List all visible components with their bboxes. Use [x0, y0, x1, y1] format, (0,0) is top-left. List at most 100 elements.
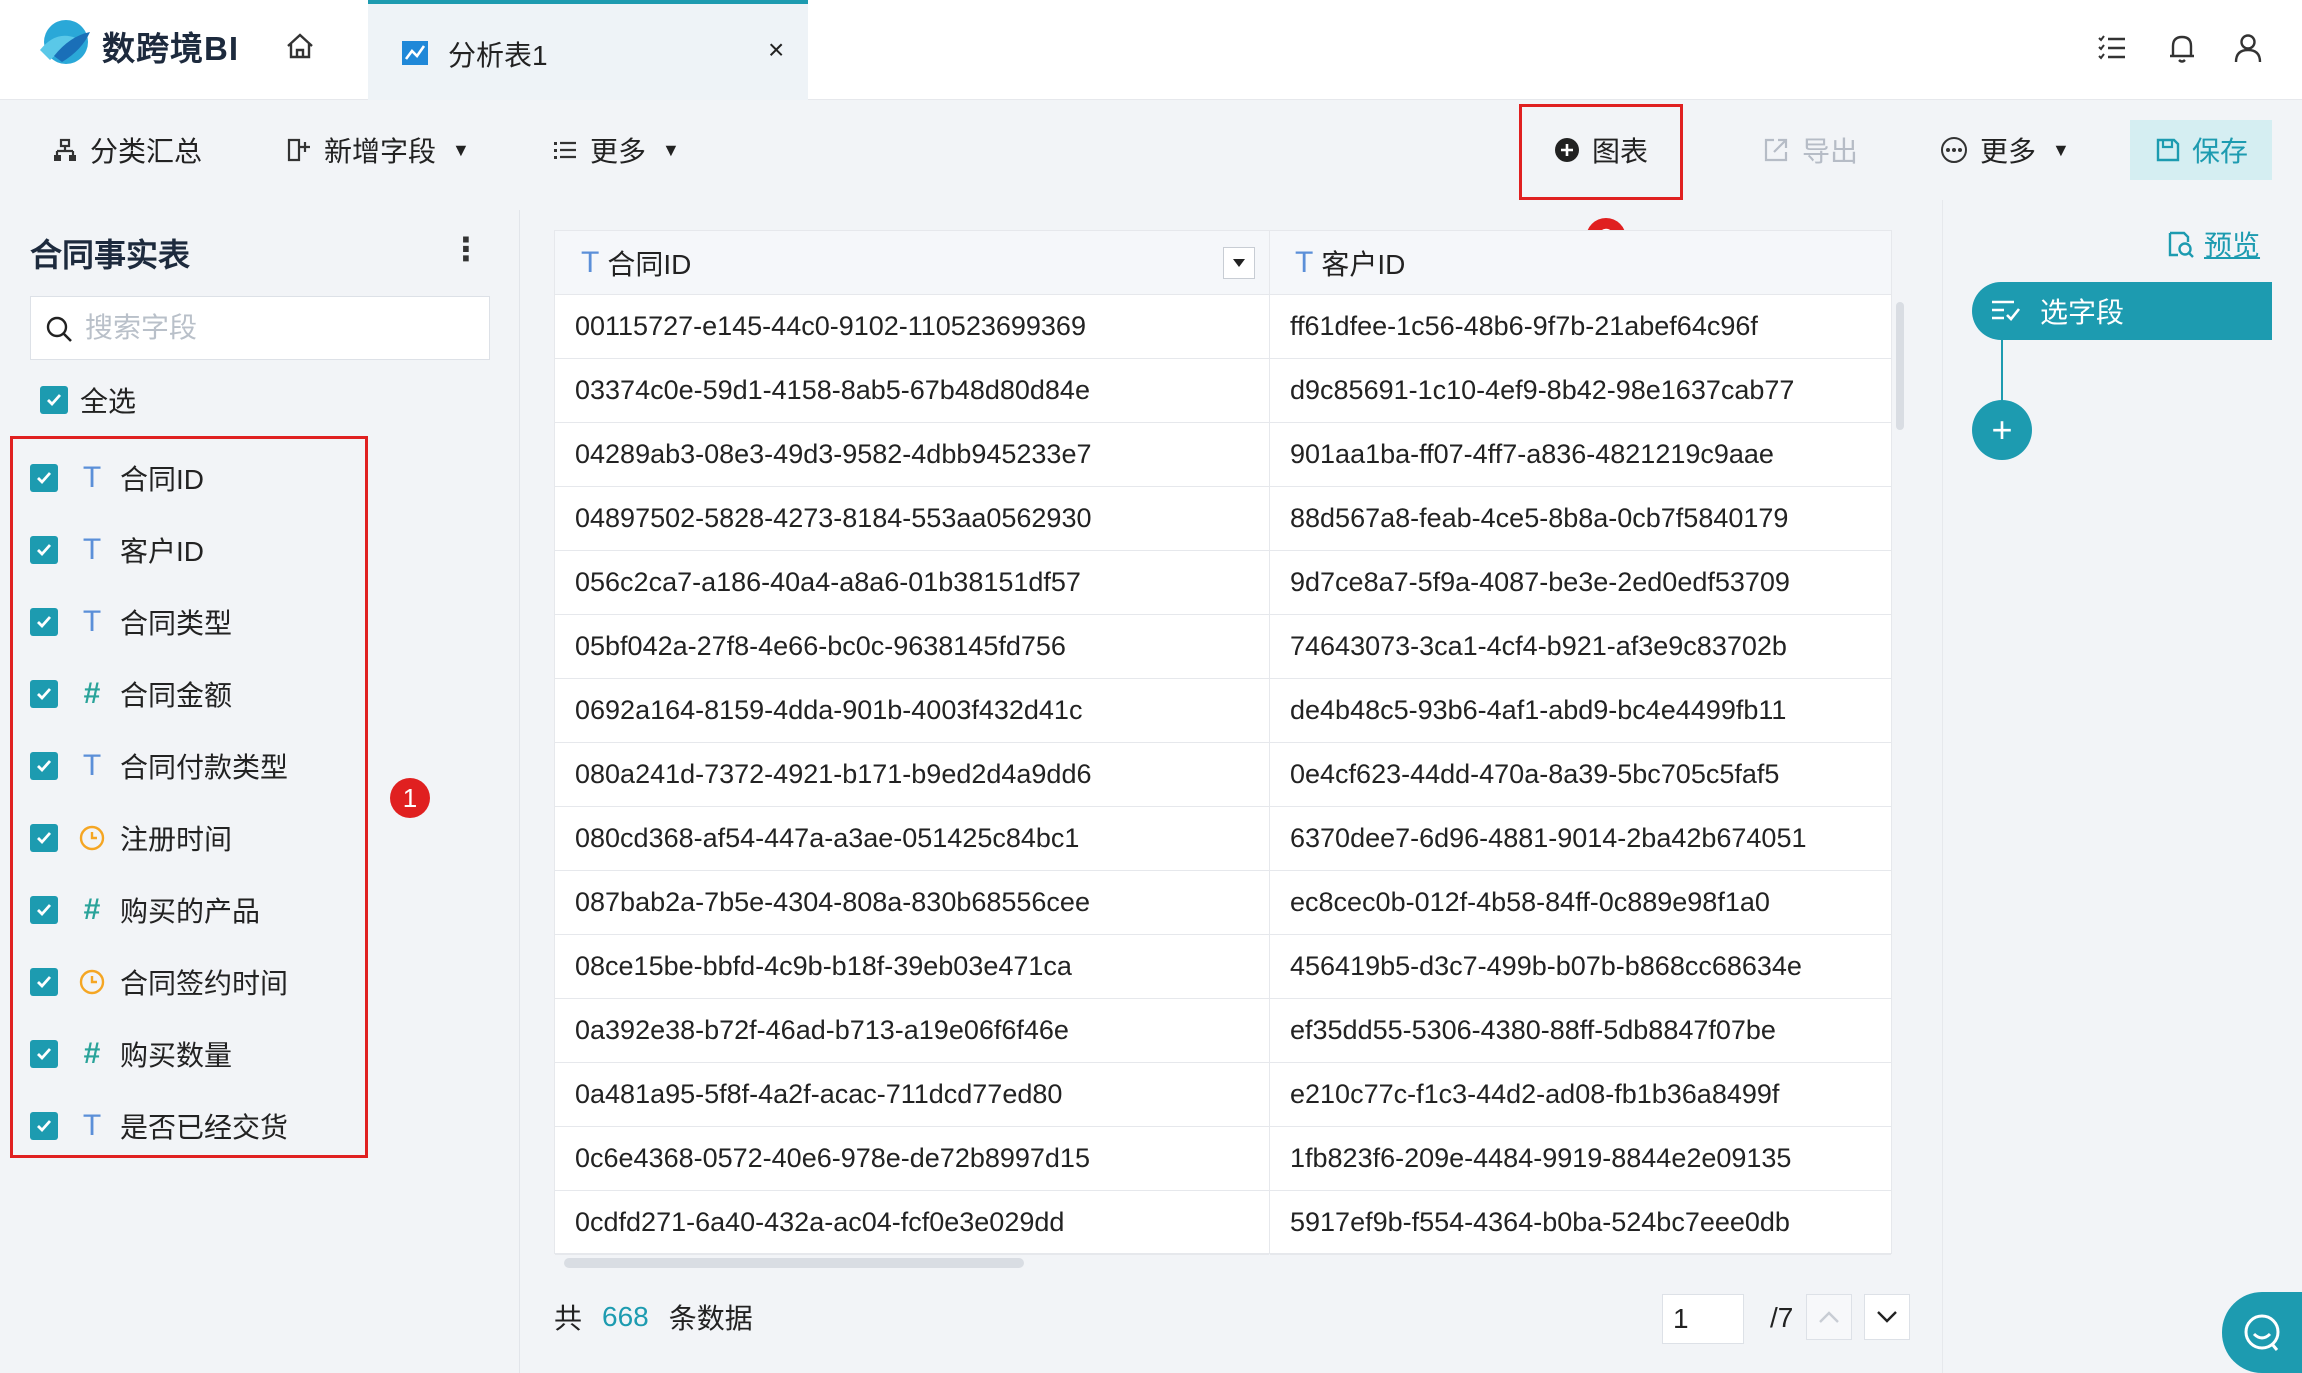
tab-analysis-1[interactable]: 分析表1 ×: [368, 0, 808, 100]
row-count-suffix: 条数据: [668, 1303, 753, 1334]
chat-support-button[interactable]: [2222, 1292, 2302, 1373]
table-cell-contract-id[interactable]: 0a392e38-b72f-46ad-b713-a19e06f6f46e: [555, 999, 1269, 1063]
preview-label: 预览: [2204, 230, 2261, 261]
export-button[interactable]: 导出: [1762, 100, 1858, 200]
table-cell-contract-id[interactable]: 03374c0e-59d1-4158-8ab5-67b48d80d84e: [555, 359, 1269, 423]
table-cell-contract-id[interactable]: 080cd368-af54-447a-a3ae-051425c84bc1: [555, 807, 1269, 871]
row-count-prefix: 共: [554, 1303, 583, 1334]
table-cell-contract-id[interactable]: 056c2ca7-a186-40a4-a8a6-01b38151df57: [555, 551, 1269, 615]
toolbar: 分类汇总 新增字段 ▼ 更多 ▼ 图表 导出 更多 ▼: [0, 100, 2302, 200]
app-logo: [40, 20, 90, 64]
field-label: 购买的产品: [120, 896, 261, 927]
number-type-icon: #: [83, 1037, 101, 1070]
tab-close-icon[interactable]: ×: [768, 34, 784, 66]
field-item-purchased-product[interactable]: # 购买的产品: [30, 886, 260, 934]
column-header-label: 合同ID: [607, 248, 692, 280]
checkbox-checked-icon: [30, 464, 58, 492]
table-cell-customer-id[interactable]: d9c85691-1c10-4ef9-8b42-98e1637cab77: [1270, 359, 1891, 423]
checkbox-checked-icon: [30, 752, 58, 780]
user-icon[interactable]: [2230, 30, 2266, 66]
field-item-customer-id[interactable]: T 客户ID: [30, 526, 204, 574]
table-cell-customer-id[interactable]: 74643073-3ca1-4cf4-b921-af3e9c83702b: [1270, 615, 1891, 679]
select-all-checkbox[interactable]: 全选: [40, 380, 136, 420]
field-item-delivered[interactable]: T 是否已经交货: [30, 1102, 288, 1150]
prev-page-button[interactable]: [1806, 1294, 1852, 1340]
group-summary-label: 分类汇总: [90, 136, 203, 167]
checkbox-checked-icon: [30, 608, 58, 636]
add-step-button[interactable]: +: [1972, 400, 2032, 460]
notification-bell-icon[interactable]: [2164, 30, 2200, 66]
page-number-input[interactable]: [1662, 1294, 1744, 1344]
table-cell-contract-id[interactable]: 05bf042a-27f8-4e66-bc0c-9638145fd756: [555, 615, 1269, 679]
table-cell-customer-id[interactable]: de4b48c5-93b6-4af1-abd9-bc4e4499fb11: [1270, 679, 1891, 743]
table-cell-customer-id[interactable]: e210c77c-f1c3-44d2-ad08-fb1b36a8499f: [1270, 1063, 1891, 1127]
table-cell-customer-id[interactable]: 0e4cf623-44dd-470a-8a39-5bc705c5faf5: [1270, 743, 1891, 807]
checkbox-checked-icon: [30, 680, 58, 708]
table-cell-customer-id[interactable]: 5917ef9b-f554-4364-b0ba-524bc7eee0db: [1270, 1191, 1891, 1255]
field-label: 购买数量: [120, 1040, 233, 1071]
next-page-button[interactable]: [1864, 1294, 1910, 1340]
field-item-contract-amount[interactable]: # 合同金额: [30, 670, 232, 718]
annotation-badge-1: 1: [390, 778, 430, 818]
step-select-fields[interactable]: 选字段: [1972, 282, 2272, 340]
table-cell-contract-id[interactable]: 04289ab3-08e3-49d3-9582-4dbb945233e7: [555, 423, 1269, 487]
field-label: 合同类型: [120, 608, 233, 639]
table-cell-contract-id[interactable]: 0cdfd271-6a40-432a-ac04-fcf0e3e029dd: [555, 1191, 1269, 1255]
table-cell-contract-id[interactable]: 00115727-e145-44c0-9102-110523699369: [555, 295, 1269, 359]
table-cell-customer-id[interactable]: 901aa1ba-ff07-4ff7-a836-4821219c9aae: [1270, 423, 1891, 487]
table-cell-contract-id[interactable]: 0692a164-8159-4dda-901b-4003f432d41c: [555, 679, 1269, 743]
select-fields-icon: [1992, 300, 2021, 321]
table-cell-customer-id[interactable]: 88d567a8-feab-4ce5-8b8a-0cb7f5840179: [1270, 487, 1891, 551]
save-label: 保存: [2191, 136, 2248, 167]
save-button[interactable]: 保存: [2130, 120, 2272, 180]
vertical-scrollbar[interactable]: [1896, 302, 1904, 430]
checkbox-checked-icon: [30, 896, 58, 924]
add-field-dropdown[interactable]: 新增字段 ▼: [286, 100, 470, 200]
field-item-register-time[interactable]: 注册时间: [30, 814, 232, 862]
row-count-value: 668: [602, 1301, 649, 1332]
home-icon[interactable]: [280, 26, 320, 66]
add-column-icon: [287, 138, 310, 162]
more-right-dropdown[interactable]: 更多 ▼: [1940, 100, 2070, 200]
table-cell-customer-id[interactable]: 9d7ce8a7-5f9a-4087-be3e-2ed0edf53709: [1270, 551, 1891, 615]
more-left-dropdown[interactable]: 更多 ▼: [552, 100, 680, 200]
preview-link[interactable]: 预览: [2166, 224, 2260, 264]
field-item-purchase-quantity[interactable]: # 购买数量: [30, 1030, 232, 1078]
table-cell-customer-id[interactable]: 1fb823f6-209e-4484-9919-8844e2e09135: [1270, 1127, 1891, 1191]
top-bar: 数跨境BI 分析表1 ×: [0, 0, 2302, 100]
field-label: 客户ID: [120, 536, 205, 567]
table-cell-customer-id[interactable]: 456419b5-d3c7-499b-b07b-b868cc68634e: [1270, 935, 1891, 999]
checkbox-checked-icon: [30, 968, 58, 996]
table-cell-customer-id[interactable]: ff61dfee-1c56-48b6-9f7b-21abef64c96f: [1270, 295, 1891, 359]
field-item-contract-id[interactable]: T 合同ID: [30, 454, 204, 502]
field-item-payment-type[interactable]: T 合同付款类型: [30, 742, 288, 790]
table-cell-contract-id[interactable]: 0c6e4368-0572-40e6-978e-de72b8997d15: [555, 1127, 1269, 1191]
column-header-contract-id[interactable]: T 合同ID: [555, 231, 1269, 295]
horizontal-scrollbar[interactable]: [564, 1258, 1024, 1268]
table-cell-customer-id[interactable]: 6370dee7-6d96-4881-9014-2ba42b674051: [1270, 807, 1891, 871]
checkbox-checked-icon: [30, 1112, 58, 1140]
field-item-contract-type[interactable]: T 合同类型: [30, 598, 232, 646]
group-summary-button[interactable]: 分类汇总: [52, 100, 202, 200]
table-cell-customer-id[interactable]: ef35dd55-5306-4380-88ff-5db8847f07be: [1270, 999, 1891, 1063]
steps-panel: [1942, 200, 2302, 1373]
table-cell-contract-id[interactable]: 087bab2a-7b5e-4304-808a-830b68556cee: [555, 871, 1269, 935]
field-item-sign-time[interactable]: 合同签约时间: [30, 958, 288, 1006]
column-filter-dropdown-icon[interactable]: [1223, 247, 1255, 279]
column-header-customer-id[interactable]: T 客户ID: [1269, 231, 1891, 295]
field-label: 是否已经交货: [120, 1112, 289, 1143]
search-field-input[interactable]: [85, 297, 481, 359]
text-type-icon: T: [82, 1109, 102, 1142]
task-list-icon[interactable]: [2094, 30, 2130, 66]
clock-icon: [72, 824, 112, 852]
kebab-menu-icon[interactable]: ⋮: [450, 230, 482, 268]
table-cell-contract-id[interactable]: 04897502-5828-4273-8184-553aa0562930: [555, 487, 1269, 551]
table-cell-contract-id[interactable]: 0a481a95-5f8f-4a2f-acac-711dcd77ed80: [555, 1063, 1269, 1127]
data-table-area: T 合同ID T 客户ID 00115727-e145-44c0-9102-11…: [554, 230, 1904, 1268]
table-cell-contract-id[interactable]: 080a241d-7372-4921-b171-b9ed2d4a9dd6: [555, 743, 1269, 807]
column-header-label: 客户ID: [1321, 248, 1406, 280]
table-name-title: 合同事实表: [30, 237, 191, 273]
table-cell-contract-id[interactable]: 08ce15be-bbfd-4c9b-b18f-39eb03e471ca: [555, 935, 1269, 999]
number-type-icon: #: [83, 893, 101, 926]
table-cell-customer-id[interactable]: ec8cec0b-012f-4b58-84ff-0c889e98f1a0: [1270, 871, 1891, 935]
